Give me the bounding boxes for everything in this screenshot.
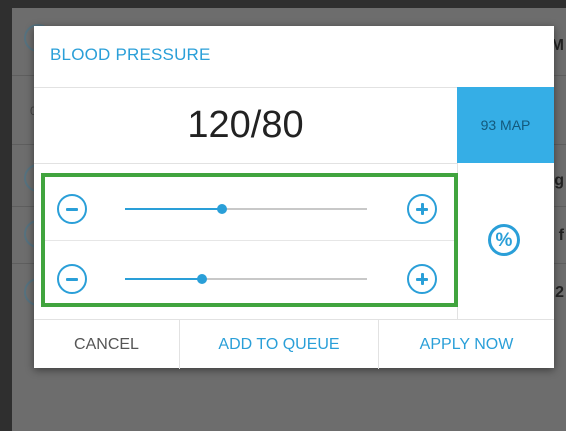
background-edge-text: g bbox=[554, 172, 564, 189]
systolic-slider[interactable] bbox=[125, 204, 367, 214]
diastolic-slider[interactable] bbox=[125, 274, 367, 284]
apply-now-button[interactable]: APPLY NOW bbox=[379, 320, 554, 369]
minus-icon bbox=[66, 207, 78, 211]
cancel-button[interactable]: CANCEL bbox=[34, 320, 179, 369]
slider-divider bbox=[42, 240, 455, 241]
systolic-slider-fill bbox=[125, 208, 222, 210]
background-edge-text: f bbox=[558, 227, 564, 244]
systolic-slider-row bbox=[42, 178, 454, 240]
map-label: 93 MAP bbox=[480, 117, 531, 133]
systolic-increase-button[interactable] bbox=[407, 194, 437, 224]
plus-icon-vertical bbox=[420, 273, 424, 285]
diastolic-slider-thumb[interactable] bbox=[197, 274, 208, 284]
systolic-decrease-button[interactable] bbox=[57, 194, 87, 224]
percent-icon: % bbox=[495, 229, 513, 251]
systolic-slider-thumb[interactable] bbox=[216, 204, 227, 214]
percent-toggle-button[interactable]: % bbox=[488, 224, 520, 256]
add-to-queue-button[interactable]: ADD TO QUEUE bbox=[179, 320, 379, 369]
plus-icon-vertical bbox=[420, 203, 424, 215]
pressure-value-display: 120/80 bbox=[34, 87, 457, 164]
dialog-action-bar: CANCEL ADD TO QUEUE APPLY NOW bbox=[34, 319, 554, 369]
map-indicator: 93 MAP bbox=[457, 87, 554, 163]
minus-icon bbox=[66, 277, 78, 281]
diastolic-increase-button[interactable] bbox=[407, 264, 437, 294]
diastolic-decrease-button[interactable] bbox=[57, 264, 87, 294]
blood-pressure-dialog: BLOOD PRESSURE 120/80 93 MAP % CANCEL AD… bbox=[34, 26, 554, 369]
background-edge-text: 2 bbox=[555, 284, 564, 301]
pressure-value: 120/80 bbox=[187, 104, 304, 146]
dialog-title: BLOOD PRESSURE bbox=[50, 45, 211, 64]
diastolic-slider-fill bbox=[125, 278, 203, 280]
vertical-divider bbox=[457, 163, 458, 319]
diastolic-slider-row bbox=[42, 248, 454, 310]
